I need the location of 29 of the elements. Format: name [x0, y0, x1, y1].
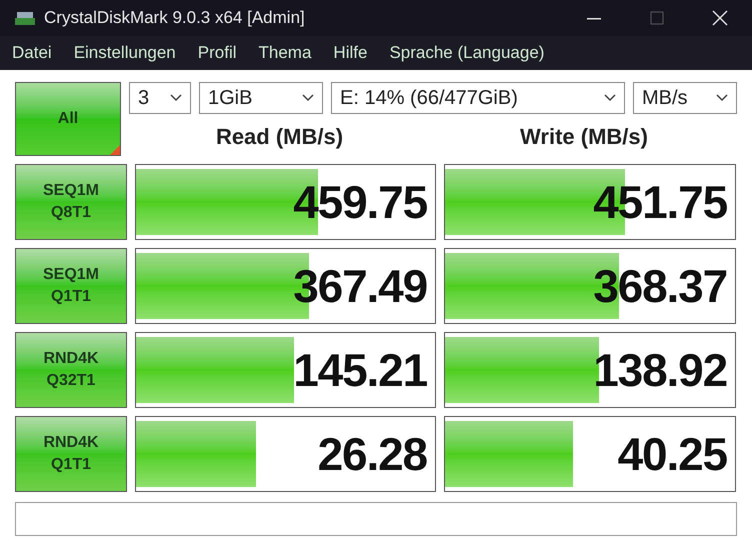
- dropdown[interactable]: 3: [129, 82, 191, 114]
- menu-item[interactable]: Thema: [258, 40, 312, 66]
- all-button[interactable]: All: [15, 82, 121, 156]
- test-button[interactable]: RND4K Q1T1: [15, 416, 127, 492]
- column-header: Read (MB/s): [216, 123, 344, 151]
- menu-item[interactable]: Profil: [198, 40, 236, 66]
- dropdown[interactable]: E: 14% (66/477GiB): [331, 82, 625, 114]
- chevron-icon: [170, 94, 182, 102]
- menu-item[interactable]: Datei: [12, 40, 52, 66]
- test-button[interactable]: SEQ1M Q1T1: [15, 248, 127, 324]
- dropdown[interactable]: MB/s: [633, 82, 737, 114]
- test-button[interactable]: SEQ1M Q8T1: [15, 164, 127, 240]
- menu-item[interactable]: Sprache (Language): [389, 40, 544, 66]
- chevron-icon: [604, 94, 616, 102]
- window-title: CrystalDiskMark 9.0.3 x64 [Admin]: [44, 7, 305, 30]
- result-value: 26.28: [318, 431, 427, 477]
- test-button[interactable]: RND4K Q32T1: [15, 332, 127, 408]
- disk-icon: [14, 9, 36, 27]
- dropdown[interactable]: 1GiB: [199, 82, 323, 114]
- column-header: Write (MB/s): [520, 123, 648, 151]
- result-value: 145.21: [293, 347, 427, 393]
- result-value: 40.25: [618, 431, 727, 477]
- menu-item[interactable]: Hilfe: [333, 40, 368, 66]
- corner-icon: [110, 145, 120, 155]
- chevron-icon: [302, 94, 314, 102]
- close-icon[interactable]: [712, 10, 728, 26]
- maximize-icon[interactable]: [650, 11, 664, 25]
- chevron-icon: [716, 94, 728, 102]
- menu-item[interactable]: Einstellungen: [74, 40, 176, 66]
